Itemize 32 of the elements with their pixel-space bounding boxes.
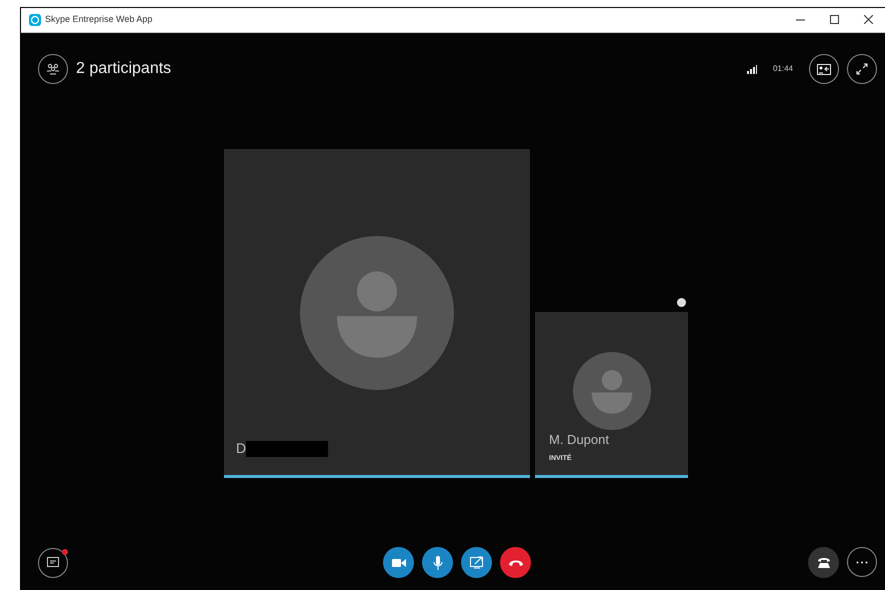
phone-button[interactable] bbox=[808, 547, 839, 578]
more-button[interactable] bbox=[847, 547, 877, 577]
microphone-icon bbox=[432, 556, 442, 570]
app-logo-icon bbox=[29, 14, 41, 26]
contact-card-button[interactable] bbox=[809, 54, 839, 84]
fullscreen-button[interactable] bbox=[847, 54, 877, 84]
participant-name: D bbox=[236, 439, 246, 458]
window-title: Skype Entreprise Web App bbox=[45, 13, 152, 26]
chat-icon bbox=[47, 556, 59, 568]
call-timer: 01:44 bbox=[772, 63, 793, 75]
participants-button[interactable] bbox=[38, 54, 68, 84]
participants-count: 2 participants bbox=[76, 59, 172, 79]
phone-icon bbox=[816, 556, 830, 568]
share-screen-icon bbox=[470, 556, 484, 569]
share-screen-button[interactable] bbox=[461, 547, 492, 578]
fullscreen-icon bbox=[856, 63, 868, 75]
contact-card-icon bbox=[817, 64, 831, 74]
maximize-icon bbox=[830, 15, 838, 24]
microphone-button[interactable] bbox=[422, 547, 453, 578]
close-icon bbox=[864, 15, 872, 24]
camera-icon bbox=[392, 558, 406, 568]
participants-icon bbox=[46, 63, 60, 75]
indicator-dot bbox=[677, 298, 686, 307]
avatar-icon bbox=[300, 236, 454, 390]
hang-up-icon bbox=[508, 558, 524, 566]
camera-button[interactable] bbox=[383, 547, 414, 578]
signal-icon bbox=[746, 64, 757, 74]
chat-button[interactable] bbox=[38, 548, 68, 578]
participant-name: M. Dupont bbox=[549, 431, 609, 449]
avatar-icon bbox=[572, 352, 650, 430]
hang-up-button[interactable] bbox=[500, 547, 531, 578]
more-icon bbox=[856, 560, 868, 564]
